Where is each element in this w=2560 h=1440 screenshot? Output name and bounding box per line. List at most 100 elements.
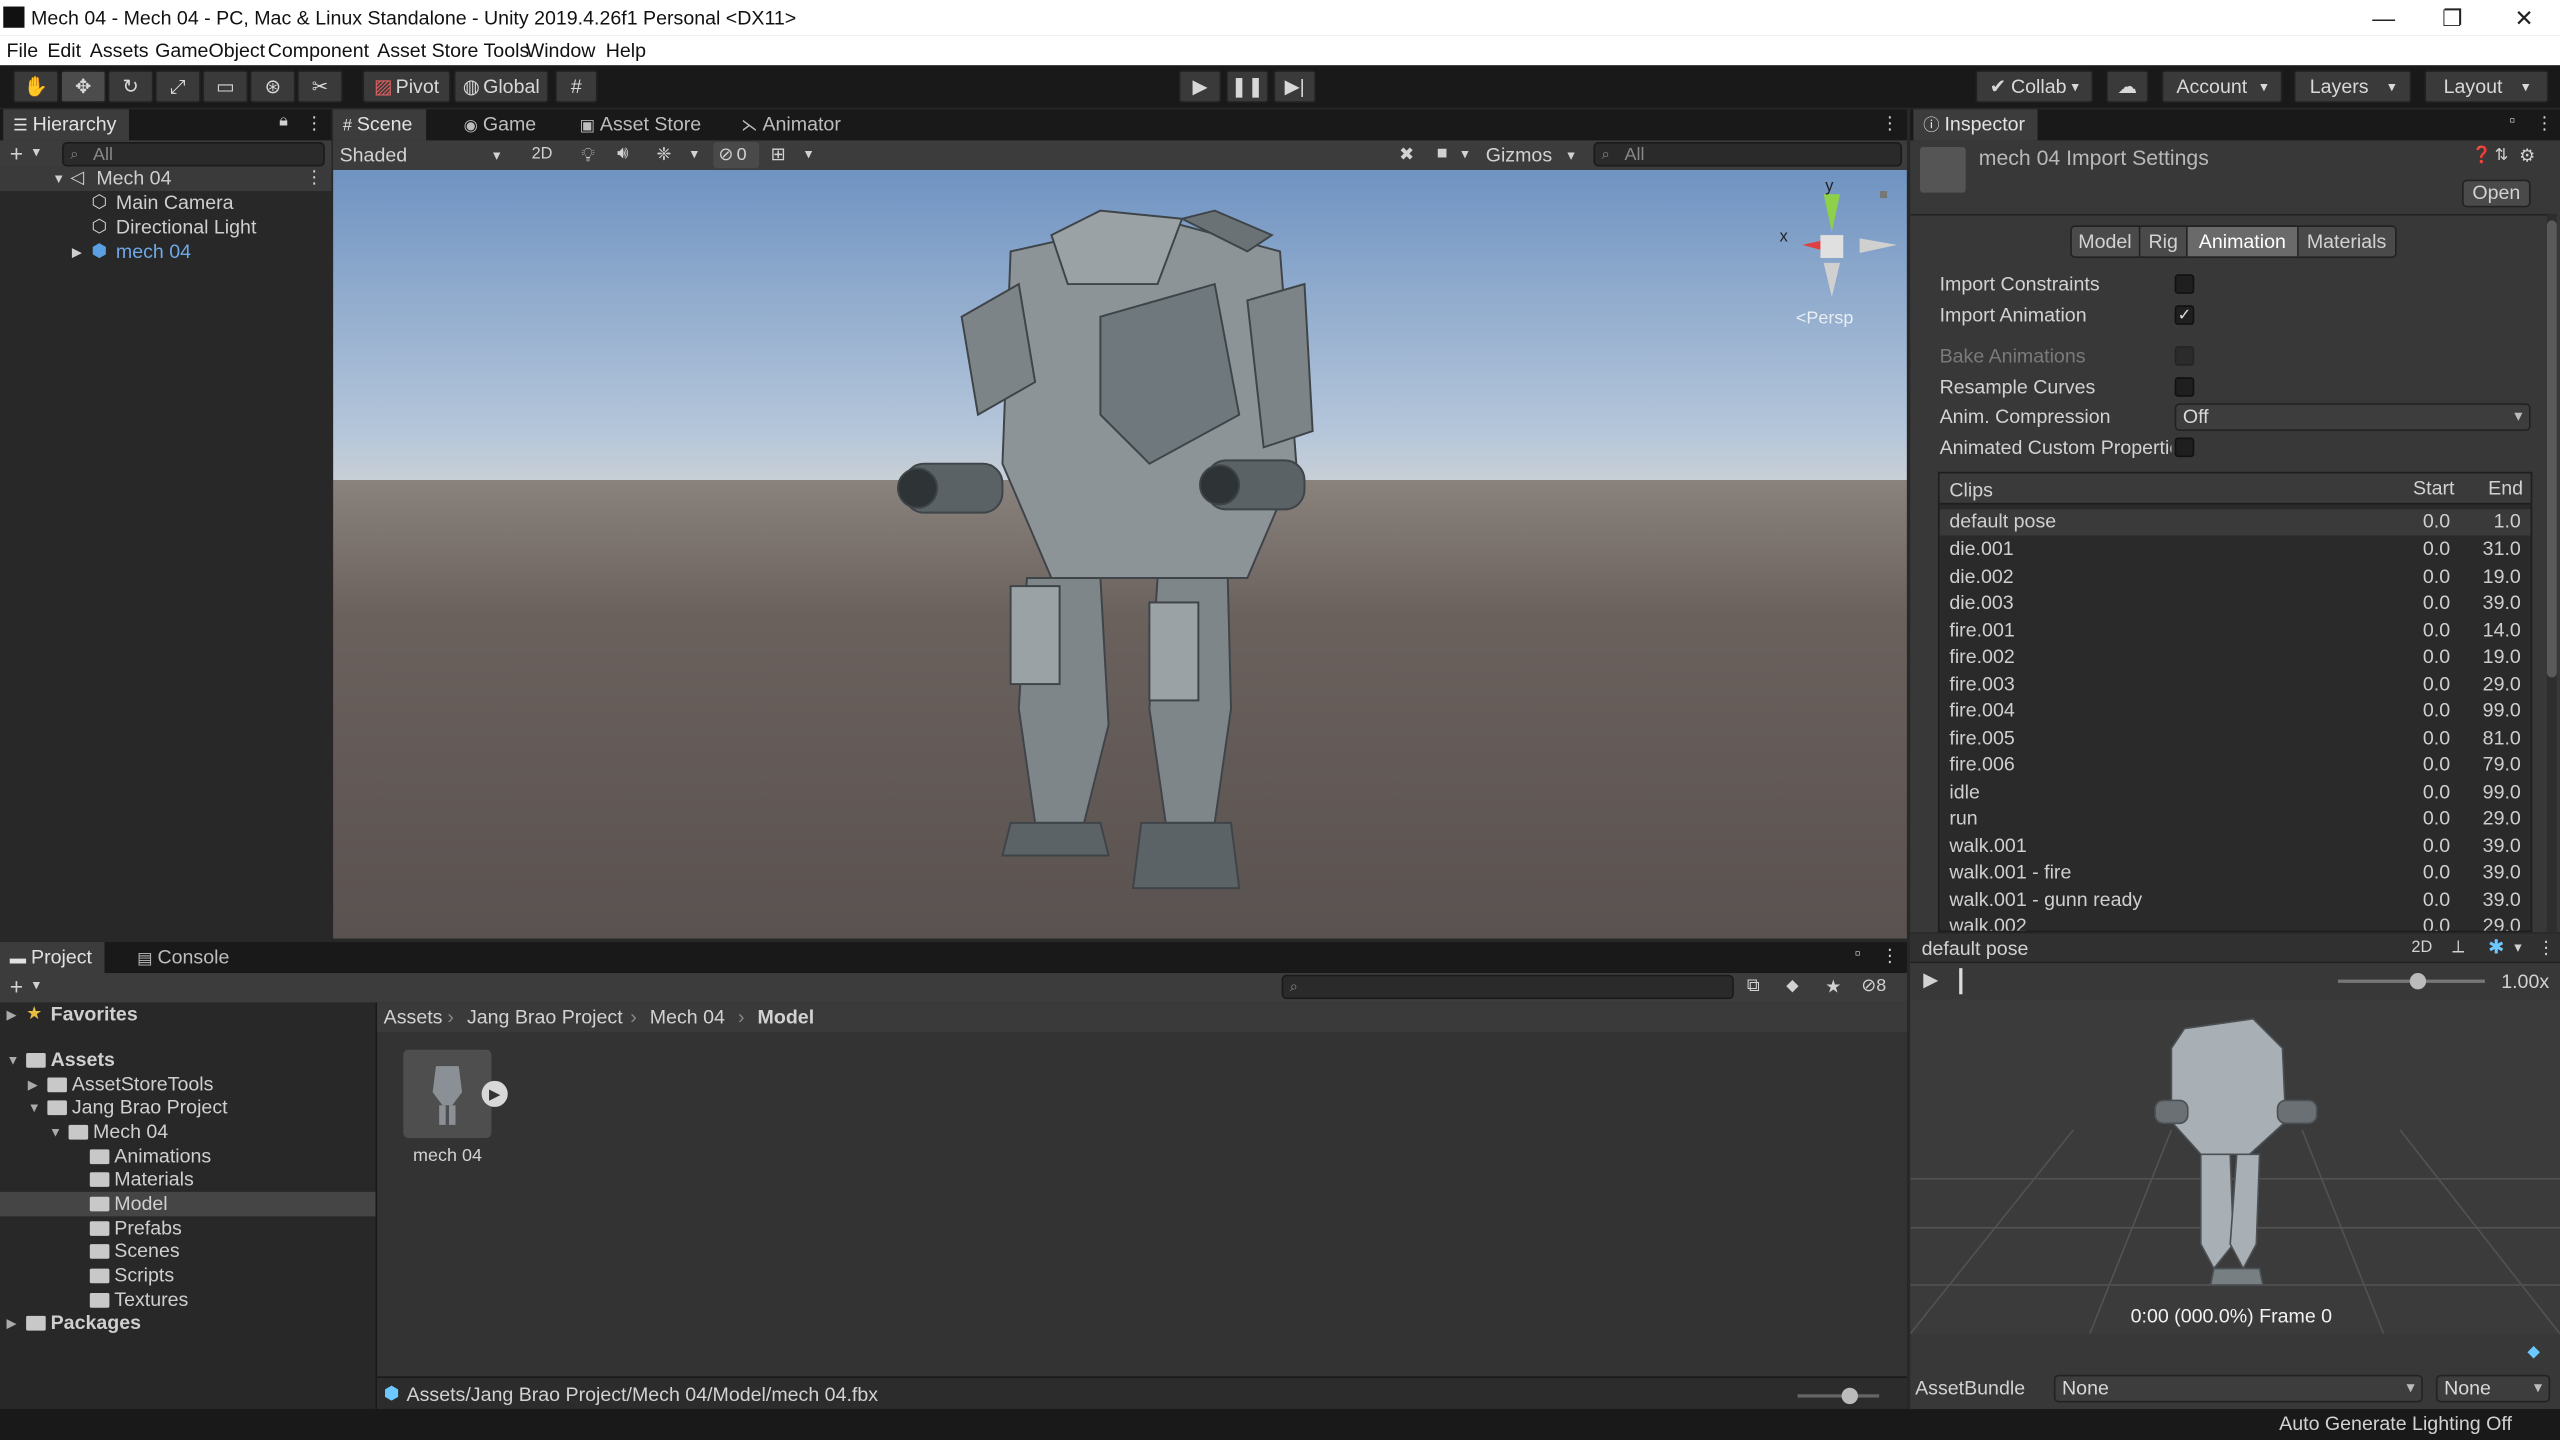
clip-row[interactable]: fire.002 0.0 19.0 — [1940, 645, 2531, 671]
project-search-input[interactable]: ⌕ — [1281, 974, 1734, 1000]
clip-row[interactable]: fire.004 0.0 99.0 — [1940, 699, 2531, 725]
hierarchy-item-directional-light[interactable]: ⬡ Directional Light — [0, 216, 331, 240]
expand-arrow-icon[interactable]: ▶ — [7, 1002, 17, 1026]
scrollbar-thumb[interactable] — [2546, 220, 2557, 678]
tab-scene[interactable]: # Scene — [333, 109, 426, 141]
kebab-menu-icon[interactable]: ⋮ — [2537, 937, 2555, 959]
slider-thumb[interactable] — [1841, 1387, 1858, 1405]
resample-curves-checkbox[interactable] — [2174, 377, 2195, 397]
timeline-cursor[interactable] — [1959, 968, 1963, 995]
favorite-star-icon[interactable]: ★ — [1825, 976, 1841, 998]
2d-toggle[interactable]: 2D — [522, 142, 561, 168]
tab-project[interactable]: ▬ Project — [0, 942, 106, 974]
expand-asset-button[interactable]: ▶ — [481, 1080, 508, 1107]
kebab-menu-icon[interactable]: ⋮ — [2536, 113, 2554, 134]
lock-icon[interactable]: 🔒︎ — [279, 113, 288, 131]
help-icon[interactable]: ❓ — [2472, 147, 2492, 165]
tab-materials[interactable]: Materials — [2298, 226, 2396, 257]
clip-row[interactable]: fire.006 0.0 79.0 — [1940, 753, 2531, 779]
close-window-button[interactable]: ✕ — [2491, 2, 2556, 35]
clip-row[interactable]: walk.001 0.0 39.0 — [1940, 834, 2531, 860]
menu-help[interactable]: Help — [606, 39, 646, 62]
thumbnail-size-slider[interactable] — [1797, 1387, 1880, 1405]
preview-viewport[interactable]: 0:00 (000.0%) Frame 0 — [1910, 999, 2560, 1334]
tab-rig[interactable]: Rig — [2139, 226, 2189, 257]
tree-assetstoretools[interactable]: ▶ AssetStoreTools — [0, 1073, 376, 1097]
transform-tool-icon[interactable]: ⊛ — [249, 70, 296, 103]
speed-slider[interactable] — [2337, 973, 2485, 990]
tree-model[interactable]: Model — [0, 1191, 376, 1217]
scene-search-input[interactable]: ⌕ All — [1593, 142, 1903, 167]
lock-icon[interactable]: ▫ — [2509, 113, 2515, 131]
hidden-packages-toggle[interactable]: ⊘8 — [1861, 975, 1886, 996]
menu-assets[interactable]: Assets — [90, 39, 149, 62]
tab-game[interactable]: ◉ Game — [454, 109, 549, 140]
grid-snap-icon[interactable]: # — [555, 70, 598, 103]
kebab-menu-icon[interactable]: ⋮ — [305, 167, 323, 191]
gizmos-dropdown[interactable]: Gizmos ▾ — [1482, 140, 1583, 169]
expand-arrow-icon[interactable]: ▼ — [52, 167, 65, 191]
tab-animator[interactable]: ⋋ Animator — [731, 109, 853, 140]
layers-dropdown[interactable]: Layers ▾ — [2293, 70, 2412, 103]
asset-thumbnail-mech04[interactable] — [403, 1049, 492, 1138]
breadcrumb-jang-brao[interactable]: Jang Brao Project — [467, 1006, 623, 1029]
anim-compression-dropdown[interactable]: Off — [2174, 403, 2531, 432]
tree-animations[interactable]: Animations — [0, 1144, 376, 1168]
lock-icon[interactable]: ▫ — [1855, 945, 1861, 963]
import-animation-checkbox[interactable]: ✓ — [2174, 305, 2195, 325]
expand-arrow-icon[interactable]: ▼ — [28, 1096, 41, 1120]
rect-tool-icon[interactable]: ▭ — [202, 70, 249, 103]
breadcrumb-mech04[interactable]: Mech 04 — [650, 1006, 725, 1029]
shading-mode-dropdown[interactable]: Shaded ▾ — [336, 140, 512, 169]
chevron-down-icon[interactable]: ▾ — [691, 145, 698, 163]
clip-row[interactable]: walk.002 0.0 29.0 — [1940, 914, 2531, 930]
global-toggle[interactable]: ◍ Global — [453, 70, 549, 103]
chevron-down-icon[interactable]: ▾ — [33, 976, 40, 994]
minimize-button[interactable]: — — [2351, 2, 2416, 35]
rotate-tool-icon[interactable]: ↻ — [107, 70, 154, 103]
clip-row[interactable]: fire.001 0.0 14.0 — [1940, 619, 2531, 645]
tools-icon[interactable]: ✖ — [1399, 144, 1414, 165]
gear-icon[interactable]: ⚙ — [2519, 145, 2535, 167]
menu-window[interactable]: Window — [526, 39, 596, 62]
menu-file[interactable]: File — [7, 39, 39, 62]
import-constraints-checkbox[interactable] — [2174, 274, 2195, 294]
pivot-toggle[interactable]: ▨ Pivot — [362, 70, 451, 103]
hidden-objects-toggle[interactable]: ⊘ 0 — [713, 142, 760, 169]
hierarchy-item-main-camera[interactable]: ⬡ Main Camera — [0, 191, 331, 215]
clip-row[interactable]: fire.003 0.0 29.0 — [1940, 673, 2531, 699]
scale-tool-icon[interactable]: ⤢ — [155, 70, 201, 103]
tree-scripts[interactable]: Scripts — [0, 1264, 376, 1288]
clip-row[interactable]: run 0.0 29.0 — [1940, 807, 2531, 833]
tree-prefabs[interactable]: Prefabs — [0, 1216, 376, 1240]
bake-animations-checkbox[interactable] — [2174, 346, 2195, 366]
tab-model[interactable]: Model — [2071, 226, 2140, 257]
effects-icon[interactable]: ❈ — [656, 144, 671, 165]
chevron-down-icon[interactable]: ▾ — [33, 144, 40, 162]
preview-2d-toggle[interactable]: 2D — [2411, 939, 2432, 957]
tree-materials[interactable]: Materials — [0, 1167, 376, 1191]
clip-row[interactable]: default pose 0.0 1.0 — [1939, 509, 2531, 536]
add-icon[interactable]: + — [10, 140, 23, 166]
add-icon[interactable]: + — [10, 973, 23, 999]
tab-hierarchy[interactable]: ☰ Hierarchy — [3, 109, 130, 141]
chevron-down-icon[interactable]: ▾ — [2514, 939, 2521, 957]
filter-label-icon[interactable]: ⬥ — [1786, 976, 1799, 997]
tab-console[interactable]: ▤ Console — [127, 942, 242, 973]
expand-arrow-icon[interactable]: ▶ — [28, 1073, 38, 1097]
layout-dropdown[interactable]: Layout ▾ — [2424, 70, 2549, 103]
clip-row[interactable]: walk.001 - fire 0.0 39.0 — [1940, 860, 2531, 886]
animated-custom-checkbox[interactable] — [2174, 437, 2195, 458]
expand-arrow-icon[interactable]: ▶ — [72, 240, 82, 264]
kebab-menu-icon[interactable]: ⋮ — [1881, 945, 1899, 967]
speed-slider-thumb[interactable] — [2409, 973, 2427, 990]
avatar-icon[interactable]: ✱ — [2488, 936, 2504, 959]
tree-favorites[interactable]: ▶ ★ Favorites — [0, 1002, 376, 1026]
lock-icon[interactable]: ■ — [1879, 186, 1888, 202]
maximize-button[interactable]: ❐ — [2420, 2, 2485, 35]
expand-arrow-icon[interactable]: ▼ — [7, 1048, 20, 1072]
scene-viewport[interactable]: x y ■ <Persp — [333, 169, 1907, 939]
tab-asset-store[interactable]: ▣ Asset Store — [570, 109, 714, 140]
account-dropdown[interactable]: Account ▾ — [2161, 70, 2283, 103]
clip-row[interactable]: die.003 0.0 39.0 — [1940, 591, 2531, 617]
